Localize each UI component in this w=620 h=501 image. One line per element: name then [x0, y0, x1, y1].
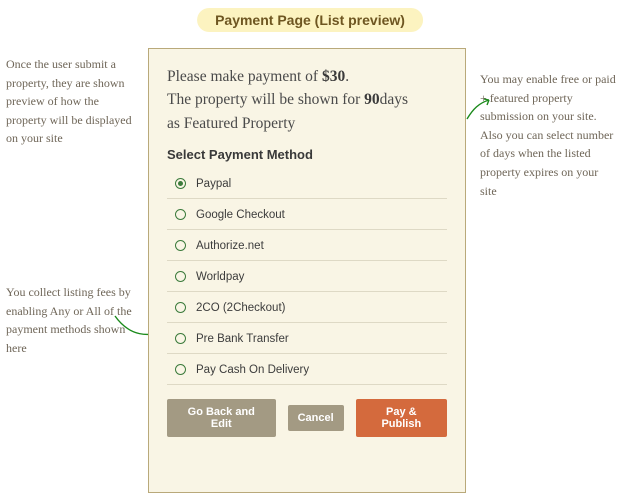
lead-suffix: .: [345, 68, 349, 85]
radio-icon: [175, 209, 186, 220]
lead-line2b: days: [380, 91, 408, 108]
annotation-left-fees: You collect listing fees by enabling Any…: [6, 283, 138, 357]
annotation-left-preview: Once the user submit a property, they ar…: [6, 55, 138, 148]
payment-option-paypal[interactable]: Paypal: [167, 168, 447, 199]
payment-option-google-checkout[interactable]: Google Checkout: [167, 199, 447, 230]
featured-days: 90: [364, 91, 380, 108]
payment-option-label: Google Checkout: [196, 209, 285, 221]
payment-option-2co[interactable]: 2CO (2Checkout): [167, 292, 447, 323]
go-back-button[interactable]: Go Back and Edit: [167, 399, 276, 437]
radio-icon: [175, 364, 186, 375]
payment-option-authorize-net[interactable]: Authorize.net: [167, 230, 447, 261]
payment-option-label: 2CO (2Checkout): [196, 302, 285, 314]
payment-option-worldpay[interactable]: Worldpay: [167, 261, 447, 292]
payment-option-label: Pre Bank Transfer: [196, 333, 289, 345]
radio-icon: [175, 240, 186, 251]
radio-icon: [175, 178, 186, 189]
payment-option-label: Worldpay: [196, 271, 244, 283]
page-title: Payment Page (List preview): [197, 8, 423, 32]
radio-icon: [175, 302, 186, 313]
payment-method-list: Paypal Google Checkout Authorize.net Wor…: [167, 168, 447, 385]
payment-option-label: Authorize.net: [196, 240, 264, 252]
lead-line2a: The property will be shown for: [167, 91, 364, 108]
payment-amount: $30: [322, 68, 345, 85]
payment-option-label: Paypal: [196, 178, 231, 190]
radio-icon: [175, 271, 186, 282]
payment-option-label: Pay Cash On Delivery: [196, 364, 309, 376]
action-button-row: Go Back and Edit Cancel Pay & Publish: [167, 399, 447, 437]
pay-publish-button[interactable]: Pay & Publish: [356, 399, 447, 437]
annotation-right-config: You may enable free or paid + featured p…: [480, 70, 616, 200]
payment-option-bank-transfer[interactable]: Pre Bank Transfer: [167, 323, 447, 354]
payment-method-heading: Select Payment Method: [167, 147, 447, 162]
radio-icon: [175, 333, 186, 344]
payment-panel: Please make payment of $30. The property…: [148, 48, 466, 493]
cancel-button[interactable]: Cancel: [288, 405, 344, 431]
payment-lead-text: Please make payment of $30. The property…: [167, 65, 447, 135]
payment-option-cash-on-delivery[interactable]: Pay Cash On Delivery: [167, 354, 447, 385]
lead-line3: as Featured Property: [167, 115, 295, 132]
lead-prefix: Please make payment of: [167, 68, 322, 85]
